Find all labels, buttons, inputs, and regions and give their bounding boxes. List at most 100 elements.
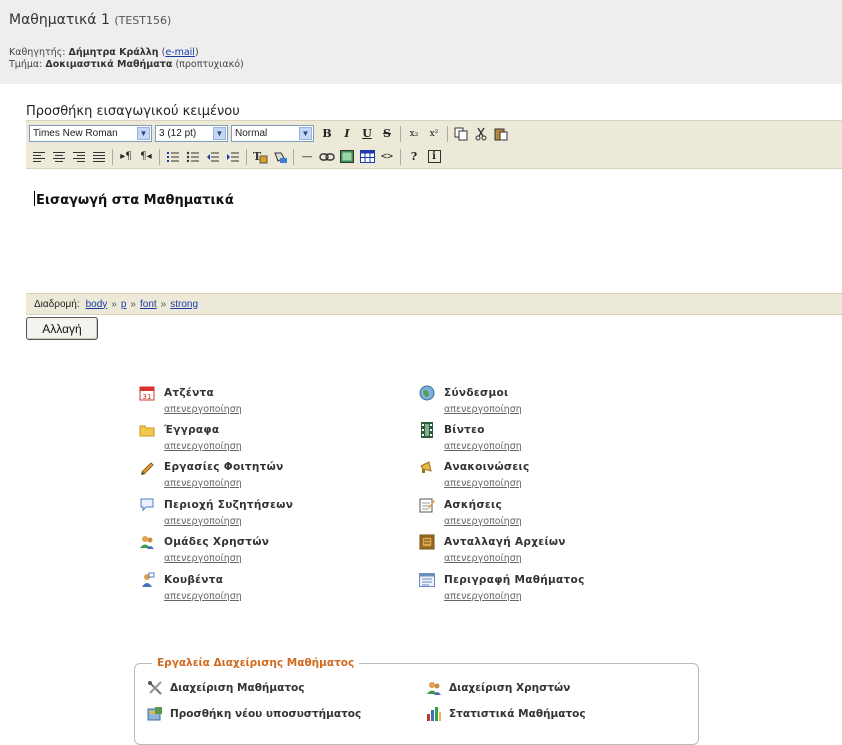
deactivate-link[interactable]: απενεργοποίηση: [164, 553, 242, 564]
align-center-icon[interactable]: [49, 147, 69, 167]
font-family-select[interactable]: Times New Roman ▼: [29, 125, 152, 142]
dropdown-arrow-icon: ▼: [299, 127, 312, 140]
toolbar-separator: [159, 148, 160, 165]
admin-user-management[interactable]: Διαχείριση Χρηστών: [425, 680, 570, 696]
course-title: Μαθηματικά 1 (TEST156): [9, 12, 172, 28]
toolbar-separator: [400, 148, 401, 165]
dropdown-arrow-icon: ▼: [137, 127, 150, 140]
tool-label[interactable]: Βίντεο: [444, 424, 485, 436]
department-name: Δοκιμαστικά Μαθήματα: [45, 59, 173, 70]
indent-icon[interactable]: [223, 147, 243, 167]
toolbar-separator: [400, 125, 401, 142]
toolbar-separator: [447, 125, 448, 142]
editor-content[interactable]: Εισαγωγή στα Μαθηματικά: [34, 191, 234, 208]
align-left-icon[interactable]: [29, 147, 49, 167]
users-admin-icon: [425, 680, 443, 696]
underline-button[interactable]: U: [357, 124, 377, 144]
speech-bubble-icon: [139, 497, 155, 513]
admin-course-statistics[interactable]: Στατιστικά Μαθήματος: [425, 706, 586, 722]
deactivate-link[interactable]: απενεργοποίηση: [444, 591, 522, 602]
calendar-icon: 31: [139, 385, 155, 401]
teacher-name: Δήμητρα Κράλλη: [68, 47, 159, 58]
ltr-direction-icon[interactable]: ▸¶: [116, 147, 136, 167]
tool-label[interactable]: Ανταλλαγή Αρχείων: [444, 536, 566, 548]
font-size-select[interactable]: 3 (12 pt) ▼: [155, 125, 228, 142]
path-item[interactable]: strong: [170, 299, 198, 310]
cut-icon[interactable]: [471, 124, 491, 144]
paste-icon[interactable]: [491, 124, 511, 144]
background-color-icon[interactable]: [270, 147, 290, 167]
dropdown-arrow-icon: ▼: [213, 127, 226, 140]
deactivate-link[interactable]: απενεργοποίηση: [444, 516, 522, 527]
strikethrough-button[interactable]: S: [377, 124, 397, 144]
department-line: Τμήμα: Δοκιμαστικά Μαθήματα (προπτυχιακό…: [9, 59, 244, 70]
change-button[interactable]: Αλλαγή: [26, 317, 98, 340]
deactivate-link[interactable]: απενεργοποίηση: [444, 404, 522, 415]
email-link[interactable]: e-mail: [165, 47, 195, 58]
tool-label[interactable]: Έγγραφα: [164, 424, 219, 436]
bar-chart-icon: [425, 706, 443, 722]
path-item[interactable]: p: [121, 299, 127, 310]
align-justify-icon[interactable]: [89, 147, 109, 167]
deactivate-link[interactable]: απενεργοποίηση: [164, 591, 242, 602]
superscript-button[interactable]: x²: [424, 124, 444, 144]
outdent-icon[interactable]: [203, 147, 223, 167]
deactivate-link[interactable]: απενεργοποίηση: [164, 478, 242, 489]
source-code-icon[interactable]: <>: [377, 147, 397, 167]
image-icon[interactable]: [337, 147, 357, 167]
film-icon: [419, 422, 435, 438]
tool-label[interactable]: Κουβέντα: [164, 574, 223, 586]
editor-toolbar: Times New Roman ▼ 3 (12 pt) ▼ Normal ▼ B I …: [26, 120, 842, 169]
course-header: Μαθηματικά 1 (TEST156) Καθηγητής: Δήμητρ…: [0, 0, 842, 84]
italic-button[interactable]: I: [337, 124, 357, 144]
deactivate-link[interactable]: απενεργοποίηση: [444, 478, 522, 489]
bold-button[interactable]: B: [317, 124, 337, 144]
tool-label[interactable]: Ομάδες Χρηστών: [164, 536, 269, 548]
deactivate-link[interactable]: απενεργοποίηση: [164, 516, 242, 527]
format-select[interactable]: Normal ▼: [231, 125, 314, 142]
about-info-icon[interactable]: i: [424, 147, 444, 167]
table-icon[interactable]: [357, 147, 377, 167]
deactivate-link[interactable]: απενεργοποίηση: [164, 441, 242, 452]
users-icon: [139, 534, 155, 550]
text-color-icon[interactable]: T: [250, 147, 270, 167]
folder-icon: [139, 422, 155, 438]
admin-add-module[interactable]: Προσθήκη νέου υποσυστήματος: [146, 706, 361, 722]
link-icon[interactable]: [317, 147, 337, 167]
copy-icon[interactable]: [451, 124, 471, 144]
tool-label[interactable]: Σύνδεσμοι: [444, 387, 508, 399]
tool-label[interactable]: Περιοχή Συζητήσεων: [164, 499, 293, 511]
tool-label[interactable]: Περιγραφή Μαθήματος: [444, 574, 585, 586]
deactivate-link[interactable]: απενεργοποίηση: [444, 441, 522, 452]
add-module-icon: [146, 706, 164, 722]
svg-text:31: 31: [143, 393, 152, 401]
help-icon[interactable]: ?: [404, 147, 424, 167]
admin-tools-legend: Εργαλεία Διαχείρισης Μαθήματος: [152, 657, 360, 669]
align-right-icon[interactable]: [69, 147, 89, 167]
editor-section-title: Προσθήκη εισαγωγικού κειμένου: [26, 104, 240, 119]
rtl-direction-icon[interactable]: ¶◂: [136, 147, 156, 167]
deactivate-link[interactable]: απενεργοποίηση: [444, 553, 522, 564]
tool-label[interactable]: Ανακοινώσεις: [444, 461, 529, 473]
toolbar-separator: [112, 148, 113, 165]
department-type: (προπτυχιακό): [175, 59, 244, 70]
notepad-icon: [419, 497, 435, 513]
unordered-list-icon[interactable]: [183, 147, 203, 167]
globe-icon: [419, 385, 435, 401]
admin-course-management[interactable]: Διαχείριση Μαθήματος: [146, 680, 305, 696]
tool-label[interactable]: Εργασίες Φοιτητών: [164, 461, 284, 473]
tool-label[interactable]: Ατζέντα: [164, 387, 214, 399]
path-item[interactable]: body: [86, 299, 108, 310]
subscript-button[interactable]: x₂: [404, 124, 424, 144]
deactivate-link[interactable]: απενεργοποίηση: [164, 404, 242, 415]
course-code: (TEST156): [114, 14, 172, 27]
horizontal-rule-icon[interactable]: —: [297, 147, 317, 167]
path-item[interactable]: font: [140, 299, 157, 310]
text-caret: [34, 191, 35, 206]
element-path-bar: Διαδρομή: body » p » font » strong: [26, 293, 842, 315]
toolbar-row-1: Times New Roman ▼ 3 (12 pt) ▼ Normal ▼ B I …: [29, 123, 511, 144]
tool-label[interactable]: Ασκήσεις: [444, 499, 502, 511]
toolbar-separator: [293, 148, 294, 165]
chat-icon: [139, 572, 155, 588]
ordered-list-icon[interactable]: [163, 147, 183, 167]
